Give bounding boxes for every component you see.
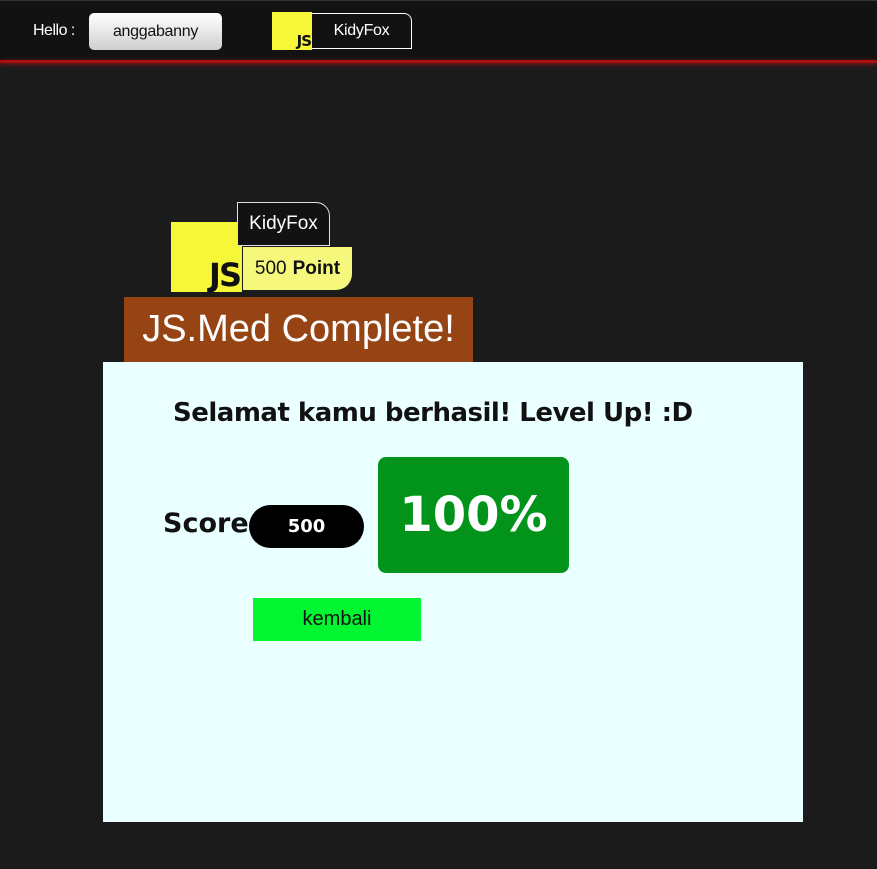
score-value: 500: [249, 505, 364, 548]
completion-banner: JS.Med Complete!: [124, 297, 473, 362]
result-card: Selamat kamu berhasil! Level Up! :D Scor…: [103, 362, 803, 822]
profile-js-logo-text: JS: [209, 256, 242, 294]
js-logo-icon: JS: [272, 12, 312, 50]
points-unit: Point: [292, 257, 341, 279]
back-button[interactable]: kembali: [253, 598, 421, 641]
points-badge: 500 Point: [243, 247, 352, 290]
profile-js-logo-icon: JS: [171, 222, 242, 294]
score-label: Score: [163, 508, 249, 539]
top-navigation-bar: Hello : anggabanny JS KidyFox: [0, 0, 877, 60]
js-logo-text: JS: [296, 32, 312, 50]
percentage-display: 100%: [378, 457, 569, 573]
points-value: 500: [254, 257, 287, 279]
topbar-divider: [0, 60, 877, 63]
profile-name: KidyFox: [237, 202, 330, 246]
username-button[interactable]: anggabanny: [89, 13, 222, 50]
user-profile-link[interactable]: KidyFox: [312, 13, 412, 49]
hello-label: Hello :: [33, 22, 75, 39]
success-message: Selamat kamu berhasil! Level Up! :D: [173, 398, 693, 428]
